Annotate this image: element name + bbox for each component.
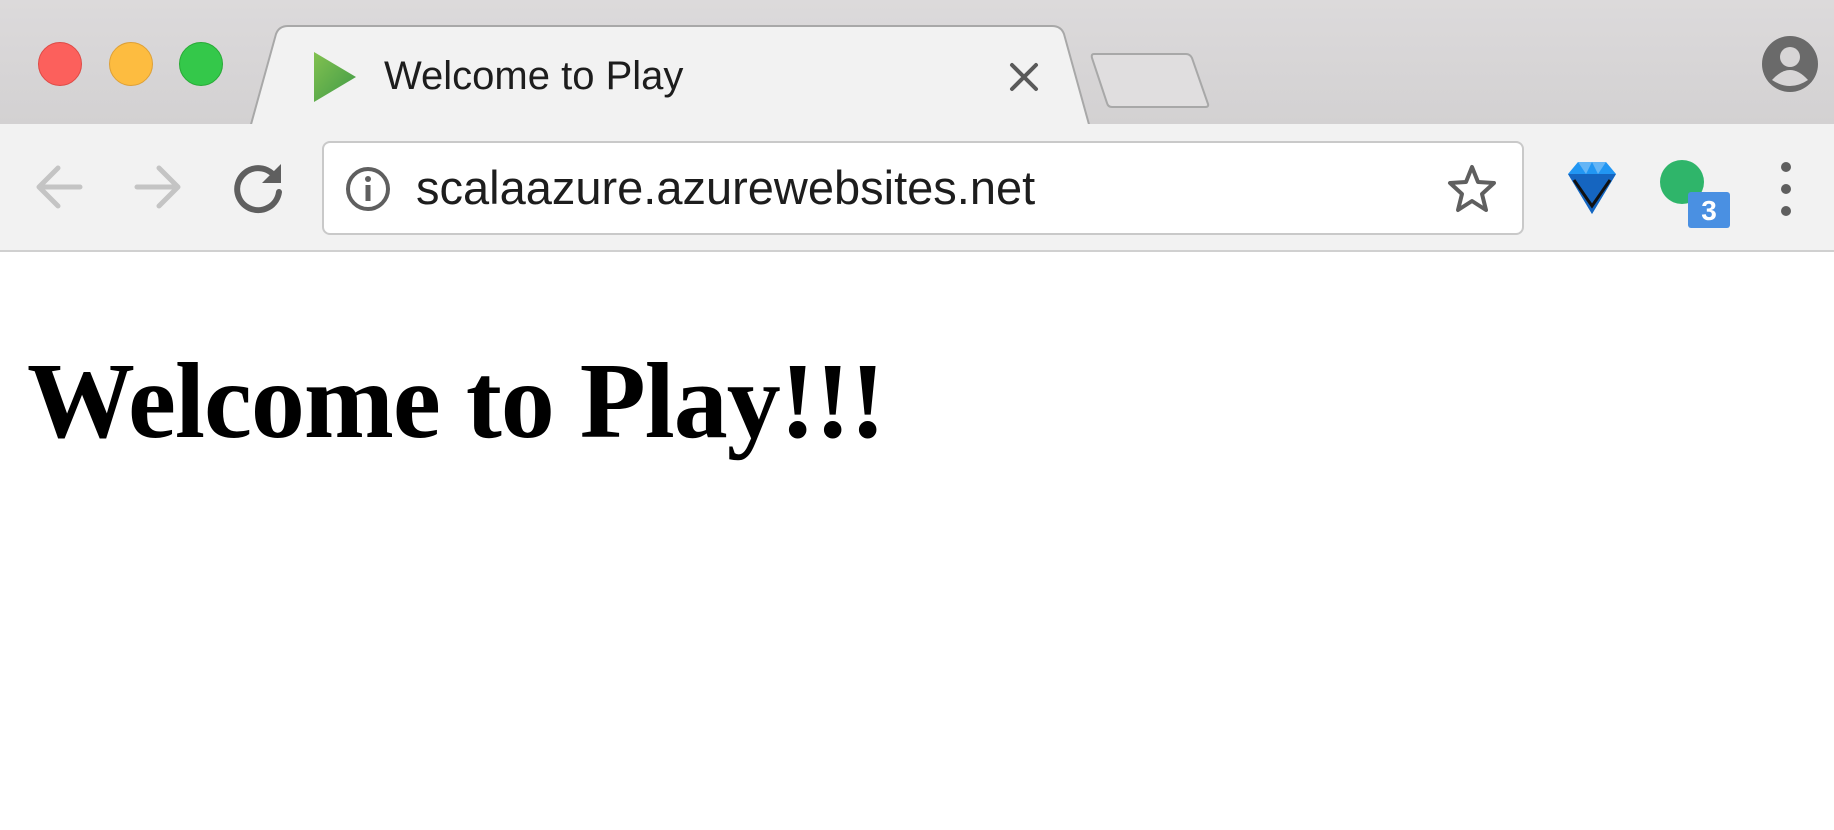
green-dot-extension-icon[interactable]: 3 xyxy=(1660,160,1736,232)
browser-toolbar: scalaazure.azurewebsites.net 3 xyxy=(0,124,1834,252)
url-text[interactable]: scalaazure.azurewebsites.net xyxy=(416,143,1035,233)
new-tab-button[interactable] xyxy=(1090,50,1212,110)
profile-icon[interactable] xyxy=(1760,34,1820,94)
menu-dot xyxy=(1781,162,1791,172)
address-bar[interactable]: scalaazure.azurewebsites.net xyxy=(322,141,1524,235)
tab-strip: Welcome to Play xyxy=(0,0,1834,128)
diamond-extension-icon[interactable] xyxy=(1564,158,1620,218)
menu-dot xyxy=(1781,206,1791,216)
page-content: Welcome to Play!!! xyxy=(0,252,1834,830)
tab-active[interactable]: Welcome to Play xyxy=(250,24,1105,128)
forward-arrow-icon[interactable] xyxy=(127,156,189,218)
window-minimize-button[interactable] xyxy=(109,42,153,86)
page-heading: Welcome to Play!!! xyxy=(27,342,886,461)
window-close-button[interactable] xyxy=(38,42,82,86)
extension-badge: 3 xyxy=(1688,192,1730,228)
bookmark-star-icon[interactable] xyxy=(1446,163,1498,215)
menu-dot xyxy=(1781,184,1791,194)
tab-title: Welcome to Play xyxy=(384,54,684,98)
play-triangle-icon xyxy=(314,52,356,102)
tab-close-icon[interactable] xyxy=(1007,60,1041,94)
back-arrow-icon[interactable] xyxy=(28,156,90,218)
info-icon[interactable] xyxy=(344,165,392,213)
window-maximize-button[interactable] xyxy=(179,42,223,86)
kebab-menu-icon[interactable] xyxy=(1772,160,1800,220)
reload-icon[interactable] xyxy=(227,156,289,218)
